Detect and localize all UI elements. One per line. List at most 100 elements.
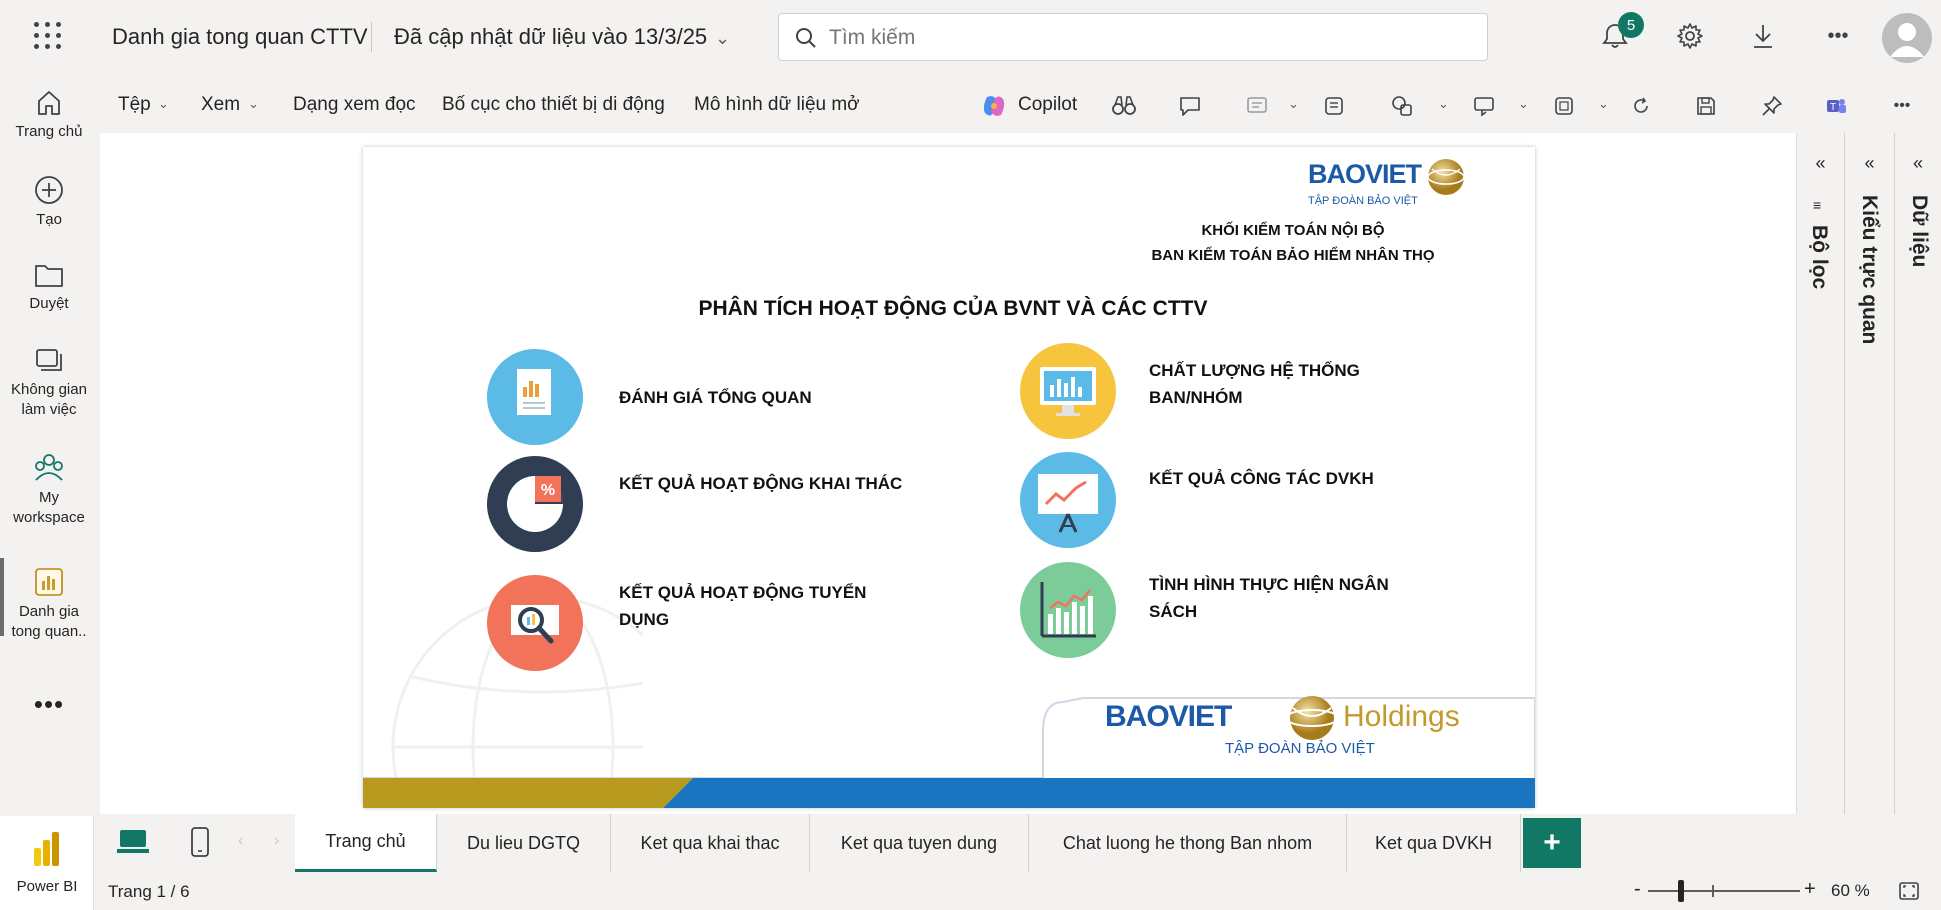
nav-more-icon[interactable]: ••• [0, 689, 98, 720]
settings-gear-icon[interactable] [1672, 18, 1708, 54]
shapes-icon[interactable] [1388, 92, 1416, 120]
binoculars-icon[interactable] [1110, 92, 1138, 120]
desktop-view-icon[interactable] [116, 828, 150, 863]
fit-to-page-icon[interactable] [1898, 880, 1920, 907]
baoviet-globe-icon [1427, 159, 1465, 195]
more-options-icon[interactable]: ••• [1820, 18, 1856, 54]
user-avatar[interactable] [1882, 13, 1932, 63]
zoom-level[interactable]: 60 % [1831, 881, 1870, 901]
nav-my-workspace[interactable]: My workspace [0, 452, 98, 528]
bookmark-view-icon[interactable] [1550, 92, 1578, 120]
report-title[interactable]: Danh gia tong quan CTTV [112, 24, 368, 50]
nav-workspaces-label: Không gian làm việc [11, 381, 87, 418]
nav-workspaces[interactable]: Không gian làm việc [0, 346, 98, 420]
search-box[interactable] [778, 13, 1488, 61]
chevron-down-icon: ⌄ [158, 96, 169, 111]
search-icon [796, 28, 816, 48]
data-updated-status[interactable]: Đã cập nhật dữ liệu vào 13/3/25 [394, 24, 707, 50]
tab-label: Ket qua khai thac [640, 832, 780, 853]
nav-current-report[interactable]: Danh gia tong quan.. [0, 566, 98, 642]
pin-icon[interactable] [1758, 92, 1786, 120]
tab-ket-qua-tuyen-dung[interactable]: Ket qua tuyen dung [810, 814, 1029, 872]
tab-scroll-left-icon[interactable]: ‹ [238, 832, 243, 850]
copilot-icon[interactable] [980, 92, 1008, 120]
logo-brand-text: BAOVIET [1308, 159, 1422, 189]
tab-ket-qua-khai-thac[interactable]: Ket qua khai thac [611, 814, 810, 872]
open-data-model-button[interactable]: Mô hình dữ liệu mở [694, 94, 860, 116]
present-icon[interactable] [1470, 92, 1498, 120]
expand-pane-icon[interactable]: « [1797, 153, 1844, 174]
subscribe-icon[interactable] [1243, 92, 1271, 120]
my-workspace-icon [35, 454, 63, 481]
team-quality-nav-button[interactable] [1020, 343, 1116, 439]
left-navigation: Trang chủ Tạo Duyệt Không gian làm việc … [0, 74, 98, 910]
reading-view-button[interactable]: Dạng xem đọc [293, 94, 416, 116]
zoom-out-button[interactable]: - [1634, 878, 1641, 901]
nav-home-label: Trang chủ [15, 123, 83, 140]
chevron-down-icon: ⌄ [1598, 96, 1609, 111]
tab-label: Du lieu DGTQ [466, 832, 581, 853]
mobile-layout-button[interactable]: Bố cục cho thiết bị di động [442, 94, 665, 116]
power-bi-app-switcher[interactable]: Power BI [0, 816, 94, 910]
zoom-slider-thumb[interactable] [1678, 880, 1684, 902]
overview-nav-button[interactable] [487, 349, 583, 445]
page-counter: Trang 1 / 6 [108, 882, 190, 901]
tab-chat-luong-he-thong[interactable]: Chat luong he thong Ban nhom [1029, 814, 1347, 872]
svg-text:%: % [541, 482, 555, 499]
power-bi-logo-icon [34, 832, 59, 866]
copilot-label: Copilot [1018, 94, 1078, 115]
view-menu[interactable]: Xem [201, 94, 240, 116]
mobile-view-icon[interactable] [190, 826, 210, 863]
save-icon[interactable] [1692, 92, 1720, 120]
sales-results-nav-button[interactable]: % [487, 456, 583, 552]
budget-nav-label[interactable]: TÌNH HÌNH THỰC HIỆN NGÂN SÁCH [1149, 571, 1409, 625]
expand-pane-icon[interactable]: « [1895, 153, 1941, 174]
budget-nav-button[interactable] [1020, 562, 1116, 658]
report-page: BAOVIET TẬP ĐOÀN BẢO VIỆT KHỐI KIỂM TOÁN… [363, 147, 1535, 808]
baoviet-logo-top: BAOVIET TẬP ĐOÀN BẢO VIỆT [1308, 159, 1465, 207]
add-page-button[interactable]: + [1523, 818, 1581, 868]
ribbon-toolbar: Tệp ⌄ Xem ⌄ Dạng xem đọc Bố cục cho thiế… [98, 78, 1941, 132]
visualizations-pane-label[interactable]: Kiểu trực quan [1857, 195, 1881, 344]
customer-service-nav-label[interactable]: KẾT QUẢ CÔNG TÁC DVKH [1149, 465, 1409, 492]
tab-trang-chu[interactable]: Trang chủ [295, 814, 437, 872]
tab-label: Trang chủ [325, 831, 406, 851]
document-chart-icon [517, 369, 551, 415]
presentation-board-icon [1038, 474, 1098, 533]
expand-pane-icon[interactable]: « [1845, 153, 1894, 174]
overview-nav-label[interactable]: ĐÁNH GIÁ TỔNG QUAN [619, 384, 919, 411]
tab-ket-qua-dvkh[interactable]: Ket qua DVKH [1347, 814, 1521, 872]
nav-browse[interactable]: Duyệt [0, 260, 98, 314]
tab-scroll-right-icon[interactable]: › [274, 832, 279, 850]
zoom-in-button[interactable]: + [1804, 878, 1816, 901]
file-menu[interactable]: Tệp [118, 94, 151, 116]
visualizations-pane[interactable]: « Kiểu trực quan [1844, 133, 1894, 814]
notes-icon[interactable] [1320, 92, 1348, 120]
nav-home[interactable]: Trang chủ [0, 88, 98, 142]
ribbon-more-icon[interactable]: ••• [1888, 92, 1916, 120]
filters-pane[interactable]: « ≡ Bộ lọc [1796, 133, 1844, 814]
browse-folder-icon [35, 265, 63, 287]
tab-du-lieu-dgtq[interactable]: Du lieu DGTQ [437, 814, 611, 872]
chevron-down-icon[interactable]: ⌄ [715, 28, 730, 49]
sales-results-nav-label[interactable]: KẾT QUẢ HOẠT ĐỘNG KHAI THÁC [619, 470, 939, 497]
data-pane-label[interactable]: Dữ liệu [1907, 195, 1931, 267]
recruitment-results-nav-button[interactable] [487, 575, 583, 671]
data-pane[interactable]: « Dữ liệu [1894, 133, 1941, 814]
download-icon[interactable] [1745, 18, 1781, 54]
teams-icon[interactable]: T [1822, 92, 1850, 120]
search-input[interactable] [829, 24, 1429, 52]
comment-icon[interactable] [1176, 92, 1204, 120]
filters-pane-label[interactable]: Bộ lọc [1807, 225, 1831, 289]
tab-label: Chat luong he thong Ban nhom [1062, 832, 1313, 853]
nav-create[interactable]: Tạo [0, 174, 98, 230]
recruitment-results-nav-label[interactable]: KẾT QUẢ HOẠT ĐỘNG TUYỂN DỤNG [619, 579, 889, 633]
customer-service-nav-button[interactable] [1020, 452, 1116, 548]
org-line-1: KHỐI KIỂM TOÁN NỘI BỘ [1201, 222, 1385, 239]
team-quality-nav-label[interactable]: CHẤT LƯỢNG HỆ THỐNG BAN/NHÓM [1149, 357, 1409, 411]
copilot-button[interactable]: Copilot [1018, 94, 1077, 116]
refresh-icon[interactable] [1627, 92, 1655, 120]
zoom-slider[interactable] [1648, 890, 1800, 892]
app-launcher-icon[interactable] [34, 22, 62, 50]
growth-chart-icon [1040, 582, 1096, 638]
